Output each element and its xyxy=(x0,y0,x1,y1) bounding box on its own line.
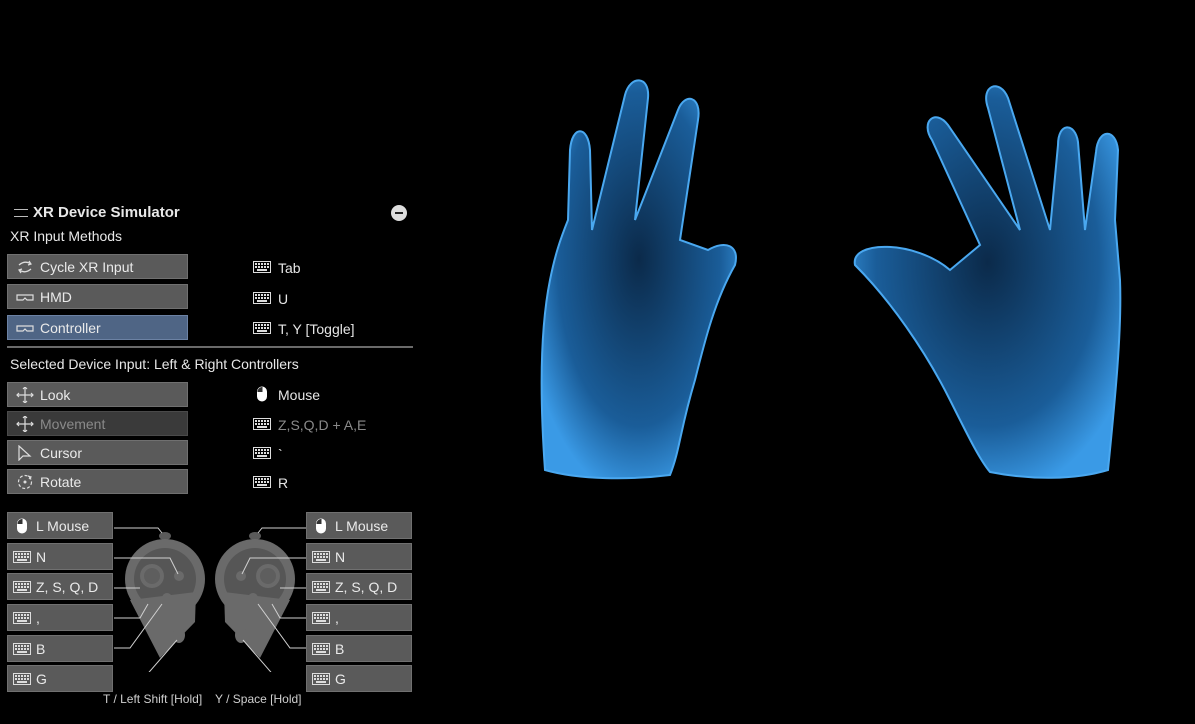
move-arrows-icon xyxy=(16,387,34,403)
keyboard-icon xyxy=(13,641,31,657)
keyboard-icon xyxy=(253,445,271,461)
panel-title-bar[interactable]: XR Device Simulator xyxy=(10,200,412,224)
left-secondary-button-binding[interactable]: G xyxy=(7,665,113,692)
keyboard-icon xyxy=(253,416,271,432)
cursor-icon xyxy=(16,445,34,461)
keyboard-icon xyxy=(312,610,330,626)
right-secondary-button-binding[interactable]: G xyxy=(306,665,412,692)
left-thumbstick-binding[interactable]: Z, S, Q, D xyxy=(7,573,113,600)
input-methods-label: XR Input Methods xyxy=(10,228,123,244)
left-primary-button-binding[interactable]: B xyxy=(7,635,113,662)
xr-device-simulator-panel: XR Device Simulator XR Input Methods Cyc… xyxy=(0,192,420,724)
right-hand xyxy=(853,85,1122,479)
keyboard-icon xyxy=(312,671,330,687)
keyboard-icon xyxy=(253,474,271,490)
right-controller-hold-hint: Y / Space [Hold] xyxy=(215,692,302,706)
keyboard-icon xyxy=(253,320,271,336)
keyboard-icon xyxy=(312,549,330,565)
panel-title: XR Device Simulator xyxy=(33,204,180,221)
movement-button[interactable]: Movement xyxy=(7,411,188,436)
cycle-icon xyxy=(16,259,34,275)
keyboard-icon xyxy=(312,641,330,657)
keyboard-icon xyxy=(13,671,31,687)
controller-diagram xyxy=(114,527,306,672)
headset-icon xyxy=(16,289,34,305)
headset-icon xyxy=(16,320,34,336)
hmd-button[interactable]: HMD xyxy=(7,284,188,309)
keyboard-icon xyxy=(312,579,330,595)
move-arrows-icon xyxy=(16,416,34,432)
left-trigger-binding[interactable]: L Mouse xyxy=(7,512,113,539)
left-controller-hold-hint: T / Left Shift [Hold] xyxy=(103,692,203,706)
simulated-hands-viewport xyxy=(540,79,1122,480)
keyboard-icon xyxy=(253,259,271,275)
look-button[interactable]: Look xyxy=(7,382,188,407)
mouse-icon xyxy=(253,386,271,402)
keyboard-icon xyxy=(13,549,31,565)
mouse-icon xyxy=(312,518,330,534)
divider xyxy=(7,346,413,348)
cursor-button[interactable]: Cursor xyxy=(7,440,188,465)
selected-device-label: Selected Device Input: Left & Right Cont… xyxy=(10,356,299,372)
keyboard-icon xyxy=(13,610,31,626)
right-menu-binding[interactable]: , xyxy=(306,604,412,631)
right-grip-binding[interactable]: N xyxy=(306,543,412,570)
drag-handle-icon[interactable] xyxy=(14,209,28,217)
keyboard-icon xyxy=(13,579,31,595)
rotate-icon xyxy=(16,474,34,490)
left-hand xyxy=(540,79,737,480)
right-thumbstick-binding[interactable]: Z, S, Q, D xyxy=(306,573,412,600)
rotate-button[interactable]: Rotate xyxy=(7,469,188,494)
left-grip-binding[interactable]: N xyxy=(7,543,113,570)
right-primary-button-binding[interactable]: B xyxy=(306,635,412,662)
cycle-xr-input-button[interactable]: Cycle XR Input xyxy=(7,254,188,279)
right-trigger-binding[interactable]: L Mouse xyxy=(306,512,412,539)
keyboard-icon xyxy=(253,290,271,306)
minimize-icon[interactable] xyxy=(391,205,407,221)
controller-button[interactable]: Controller xyxy=(7,315,188,340)
left-menu-binding[interactable]: , xyxy=(7,604,113,631)
mouse-icon xyxy=(13,518,31,534)
